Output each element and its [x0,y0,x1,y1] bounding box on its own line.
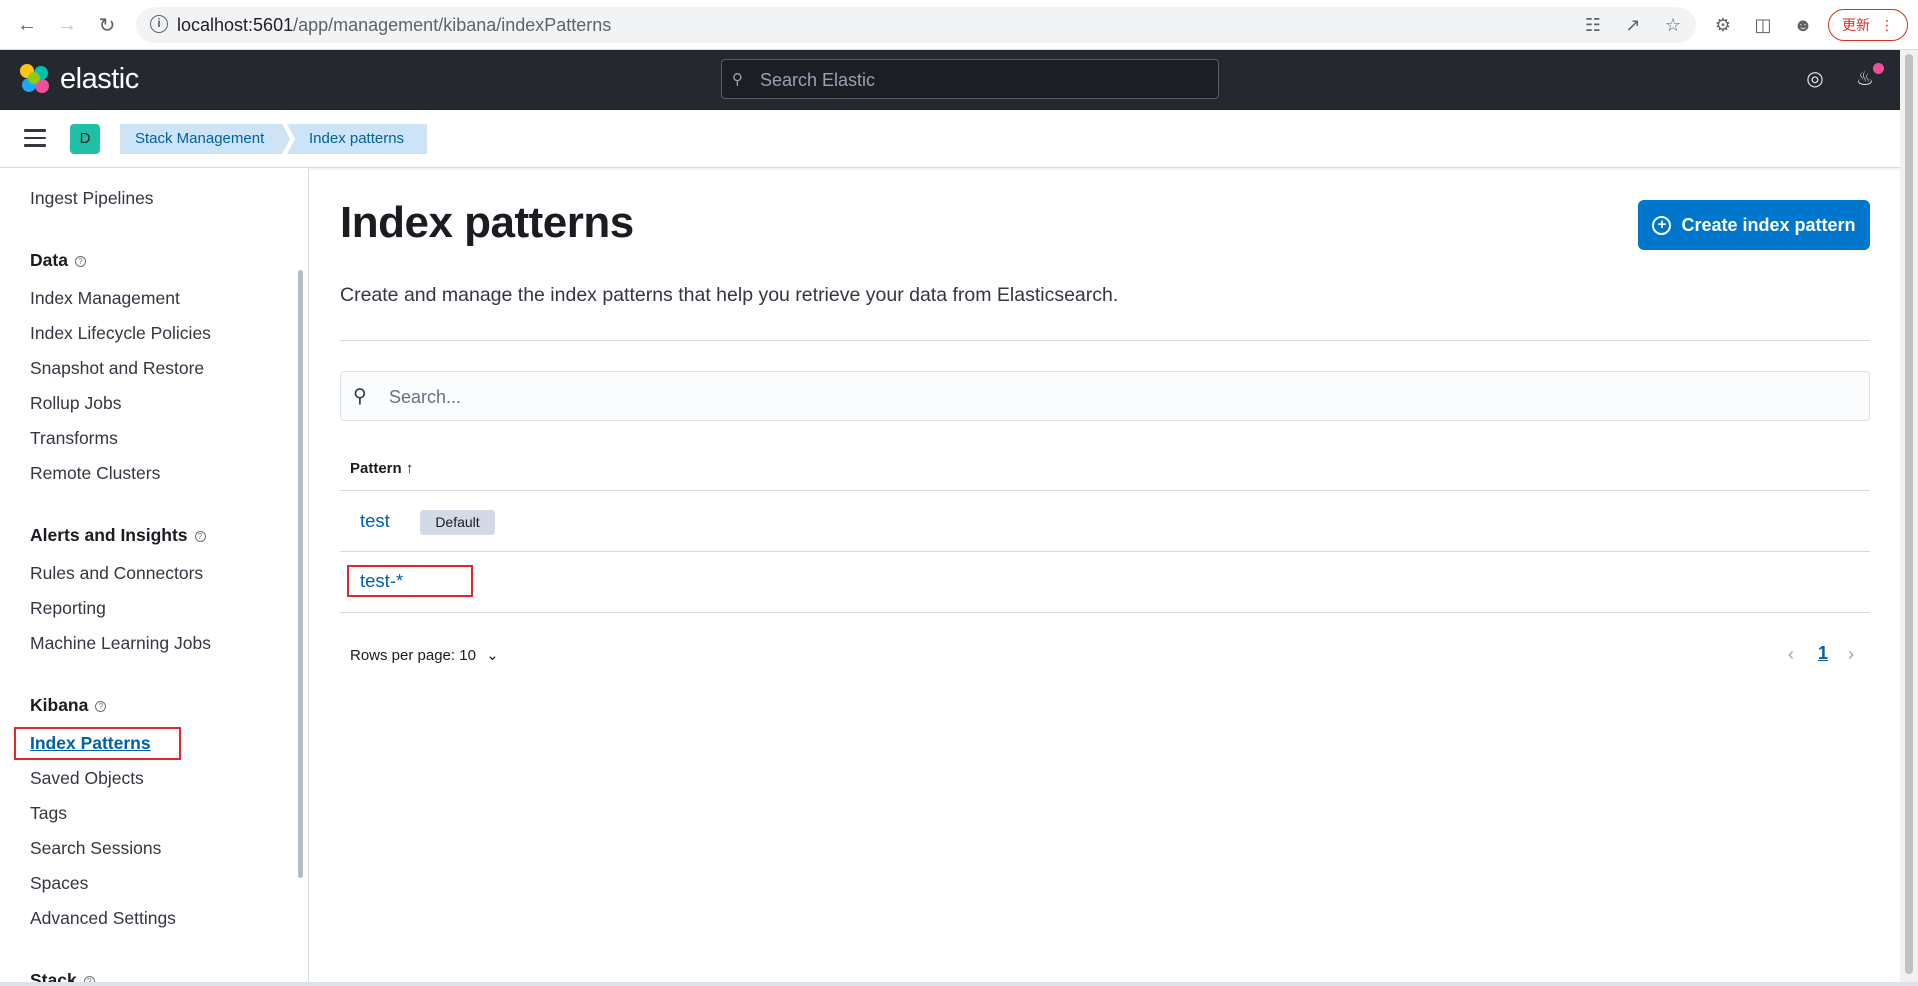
highlight-box-row [347,565,473,597]
sidebar-item-ml-jobs[interactable]: Machine Learning Jobs [30,633,211,654]
highlight-box-sidebar [14,727,181,760]
update-label: 更新 [1842,17,1870,33]
sidebar-group-title: Kibana [30,695,89,715]
sidebar-group-title: Data [30,250,68,270]
url-text[interactable]: localhost:5601/app/management/kibana/ind… [177,15,611,36]
table-row-link[interactable]: test [360,510,390,532]
sidebar-item-tags[interactable]: Tags [30,803,67,824]
table-divider [340,490,1870,491]
more-menu-icon: ⋮ [1880,16,1894,33]
breadcrumb-stack-management[interactable]: Stack Management [120,124,290,154]
column-header-pattern[interactable]: Pattern ↑ [350,460,413,477]
column-header-label: Pattern [350,460,402,477]
help-icon[interactable]: ? [95,700,107,712]
sidebar-group-data: Data? [30,250,86,271]
sidebar-item-rollup-jobs[interactable]: Rollup Jobs [30,393,121,414]
pagination-page-1[interactable]: 1 [1818,643,1828,664]
header-divider [340,340,1870,341]
menu-toggle-icon[interactable] [24,129,46,147]
notification-badge [1873,63,1884,74]
pagination-prev-icon[interactable]: ‹ [1788,644,1794,665]
update-button[interactable]: 更新 ⋮ [1828,9,1908,41]
sidebar-item-reporting[interactable]: Reporting [30,598,106,619]
index-pattern-search-input[interactable] [389,384,1789,410]
create-button-label: Create index pattern [1681,214,1856,235]
page-title: Index patterns [340,198,634,247]
sidebar-item-rules-connectors[interactable]: Rules and Connectors [30,563,203,584]
help-icon[interactable]: ? [194,530,206,542]
search-icon: ⚲ [353,386,367,407]
sidebar-item-transforms[interactable]: Transforms [30,428,118,449]
profile-icon[interactable]: ☻ [1792,14,1814,36]
site-info-icon[interactable]: i [150,15,168,33]
page-scrollbar[interactable] [1900,50,1918,986]
bookmark-star-icon[interactable]: ☆ [1662,14,1684,36]
back-icon[interactable]: ← [14,12,40,38]
sidebar-group-alerts: Alerts and Insights? [30,525,206,546]
translate-icon[interactable]: ☷ [1582,14,1604,36]
help-menu-icon[interactable]: ◎ [1802,66,1828,92]
table-divider [340,612,1870,613]
extensions-icon[interactable]: ⚙ [1712,14,1734,36]
sidebar-scrollbar[interactable] [298,270,303,878]
space-avatar[interactable]: D [70,124,100,154]
page-description: Create and manage the index patterns tha… [340,284,1119,306]
rows-per-page-selector[interactable]: Rows per page: 10 ⌄ [350,646,499,664]
management-sidebar: Ingest Pipelines Data? Index Management … [0,168,309,982]
sort-ascending-icon: ↑ [405,460,414,477]
global-search[interactable]: ⚲ [721,59,1219,99]
sidebar-group-stack: Stack? [30,970,95,982]
default-badge: Default [420,510,495,535]
sidebar-item-saved-objects[interactable]: Saved Objects [30,768,144,789]
create-index-pattern-button[interactable]: + Create index pattern [1638,200,1870,250]
sidebar-item-search-sessions[interactable]: Search Sessions [30,838,161,859]
page-scrollbar-thumb[interactable] [1905,54,1913,974]
bottom-edge [0,982,1918,986]
sidebar-item-ilm-policies[interactable]: Index Lifecycle Policies [30,323,211,344]
search-icon: ⚲ [732,71,743,88]
global-search-input[interactable] [760,66,1200,94]
sidebar-item-snapshot-restore[interactable]: Snapshot and Restore [30,358,204,379]
sidebar-item-spaces[interactable]: Spaces [30,873,88,894]
sidebar-group-kibana: Kibana? [30,695,107,716]
sidebar-item-index-management[interactable]: Index Management [30,288,180,309]
elastic-logo-icon[interactable] [20,64,52,96]
sidebar-group-title: Stack [30,970,77,982]
index-pattern-search[interactable]: ⚲ [340,371,1870,421]
chevron-down-icon: ⌄ [486,647,499,664]
breadcrumb-index-patterns: Index patterns [287,124,427,154]
plus-in-circle-icon: + [1652,215,1672,235]
reload-icon[interactable]: ↻ [94,12,120,38]
side-panel-icon[interactable]: ◫ [1752,14,1774,36]
share-icon[interactable]: ↗ [1622,14,1644,36]
sidebar-item-remote-clusters[interactable]: Remote Clusters [30,463,160,484]
table-divider [340,551,1870,552]
pagination-next-icon[interactable]: › [1848,644,1854,665]
sidebar-item-advanced-settings[interactable]: Advanced Settings [30,908,176,929]
rows-per-page-label: Rows per page: 10 [350,647,476,664]
sidebar-item-ingest-pipelines[interactable]: Ingest Pipelines [30,188,154,209]
sidebar-group-title: Alerts and Insights [30,525,188,545]
elastic-logo-text[interactable]: elastic [60,63,139,96]
help-icon[interactable]: ? [74,255,86,267]
forward-icon[interactable]: → [54,12,80,38]
